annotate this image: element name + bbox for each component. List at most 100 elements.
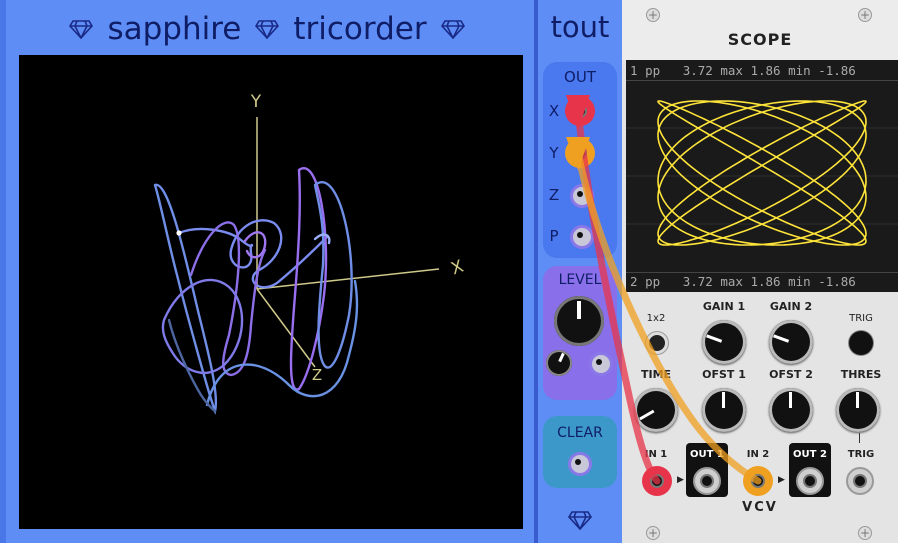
p-output-jack[interactable] bbox=[570, 225, 594, 249]
tricorder-display[interactable]: Y X Z bbox=[19, 55, 523, 529]
thres-label: THRES bbox=[840, 368, 882, 381]
level-cv-input-jack[interactable] bbox=[589, 352, 613, 376]
stat-label: pp bbox=[645, 274, 661, 289]
trig-button[interactable] bbox=[849, 331, 873, 355]
stat-pp: 3.72 bbox=[682, 63, 713, 78]
trajectory-head bbox=[176, 230, 182, 236]
thres-knob[interactable] bbox=[836, 388, 880, 432]
in1-jack[interactable] bbox=[642, 466, 672, 496]
stat-min: -1.86 bbox=[818, 63, 856, 78]
ofst2-label: OFST 2 bbox=[769, 368, 813, 381]
channel1-stats: 1 pp 3.72 max 1.86 min -1.86 bbox=[630, 63, 856, 78]
gain2-knob[interactable] bbox=[769, 320, 813, 364]
stat-label: pp bbox=[645, 63, 661, 78]
time-label: TIME bbox=[640, 368, 672, 381]
ofst2-knob[interactable] bbox=[769, 388, 813, 432]
stat-channel: 1 bbox=[630, 63, 638, 78]
time-knob[interactable] bbox=[634, 388, 678, 432]
knob-indicator bbox=[577, 301, 581, 319]
level-label: LEVEL bbox=[558, 272, 602, 288]
stat-max: 1.86 bbox=[750, 63, 781, 78]
z-axis-label: Z bbox=[312, 366, 322, 384]
screw-icon: + bbox=[646, 526, 660, 540]
jack-hole bbox=[573, 104, 587, 118]
sapphire-gem-icon bbox=[69, 20, 94, 39]
y-output-jack[interactable] bbox=[565, 138, 595, 168]
divider bbox=[626, 272, 898, 273]
clear-input-jack[interactable] bbox=[568, 452, 592, 476]
lissajous-trace bbox=[657, 100, 867, 246]
trig-input-jack[interactable] bbox=[846, 467, 874, 495]
stat-min: -1.86 bbox=[818, 274, 856, 289]
level-knob[interactable] bbox=[554, 296, 604, 346]
out-label: OUT bbox=[564, 68, 596, 86]
tout-module: tout OUT X Y Z P LEVEL CLEAR bbox=[536, 0, 624, 543]
knob-indicator bbox=[706, 334, 723, 343]
knob-indicator bbox=[558, 352, 565, 363]
z-axis bbox=[256, 288, 316, 368]
vcv-logo: VCV bbox=[742, 500, 778, 515]
port-label-x: X bbox=[548, 102, 560, 120]
port-label-p: P bbox=[549, 227, 559, 245]
level-attenuverter-knob[interactable] bbox=[546, 350, 572, 376]
panel-edge bbox=[0, 0, 6, 543]
gain2-label: GAIN 2 bbox=[769, 300, 813, 313]
scope-module: + + SCOPE 1 pp 3.72 max 1.86 min -1.86 2… bbox=[622, 0, 898, 543]
out1-jack[interactable] bbox=[693, 467, 721, 495]
sapphire-gem-icon bbox=[568, 511, 592, 530]
knob-indicator bbox=[722, 392, 725, 408]
gain1-knob[interactable] bbox=[702, 320, 746, 364]
scope-display[interactable]: 1 pp 3.72 max 1.86 min -1.86 2 pp 3.72 m… bbox=[626, 60, 898, 292]
clear-label: CLEAR bbox=[557, 425, 603, 441]
in2-label: IN 2 bbox=[746, 449, 770, 460]
ofst1-label: OFST 1 bbox=[702, 368, 746, 381]
trig-button-label: TRIG bbox=[849, 313, 873, 324]
trajectory-curve bbox=[153, 166, 359, 416]
tricorder-title: sapphire tricorder bbox=[0, 6, 534, 52]
jack-hole bbox=[573, 146, 587, 160]
knob-indicator bbox=[856, 392, 859, 408]
knob-indicator bbox=[773, 334, 790, 343]
port-label-z: Z bbox=[548, 186, 560, 204]
sapphire-gem-icon bbox=[255, 20, 280, 39]
scope-title: SCOPE bbox=[727, 30, 793, 49]
gain1-label: GAIN 1 bbox=[702, 300, 746, 313]
divider bbox=[859, 433, 860, 443]
x-output-jack[interactable] bbox=[565, 96, 595, 126]
stat-channel: 2 bbox=[630, 274, 638, 289]
channel2-stats: 2 pp 3.72 max 1.86 min -1.86 bbox=[630, 274, 856, 289]
tricorder-module: sapphire tricorder Y X Z bbox=[0, 0, 536, 543]
stat-min-label: min bbox=[788, 274, 811, 289]
title-sapphire: sapphire bbox=[107, 11, 242, 47]
jack-hole bbox=[650, 474, 664, 488]
screw-icon: + bbox=[858, 526, 872, 540]
arrow-icon: ▶ bbox=[778, 475, 785, 485]
stat-min-label: min bbox=[788, 63, 811, 78]
mode-label: 1x2 bbox=[646, 313, 666, 324]
knob-indicator bbox=[639, 409, 655, 421]
jack-hole bbox=[751, 474, 765, 488]
sapphire-gem-icon bbox=[440, 20, 465, 39]
port-label-y: Y bbox=[549, 144, 559, 162]
scope-trace bbox=[626, 100, 898, 246]
in2-jack[interactable] bbox=[743, 466, 773, 496]
mode-1x2-button[interactable] bbox=[646, 332, 668, 354]
x-axis bbox=[256, 268, 440, 290]
title-tricorder: tricorder bbox=[293, 11, 427, 47]
ofst1-knob[interactable] bbox=[702, 388, 746, 432]
knob-indicator bbox=[789, 392, 792, 408]
stat-pp: 3.72 bbox=[682, 274, 713, 289]
trajectory-plot: Y X Z bbox=[153, 92, 467, 416]
stat-max: 1.86 bbox=[750, 274, 781, 289]
stat-max-label: max bbox=[720, 63, 743, 78]
stat-max-label: max bbox=[720, 274, 743, 289]
arrow-icon: ▶ bbox=[677, 475, 684, 485]
z-output-jack[interactable] bbox=[570, 184, 594, 208]
y-axis-label: Y bbox=[250, 92, 262, 112]
out2-jack[interactable] bbox=[796, 467, 824, 495]
tout-title: tout bbox=[550, 10, 610, 44]
trig-input-label: TRIG bbox=[847, 449, 875, 460]
screw-icon: + bbox=[858, 8, 872, 22]
x-axis-label: X bbox=[448, 256, 466, 279]
screw-icon: + bbox=[646, 8, 660, 22]
